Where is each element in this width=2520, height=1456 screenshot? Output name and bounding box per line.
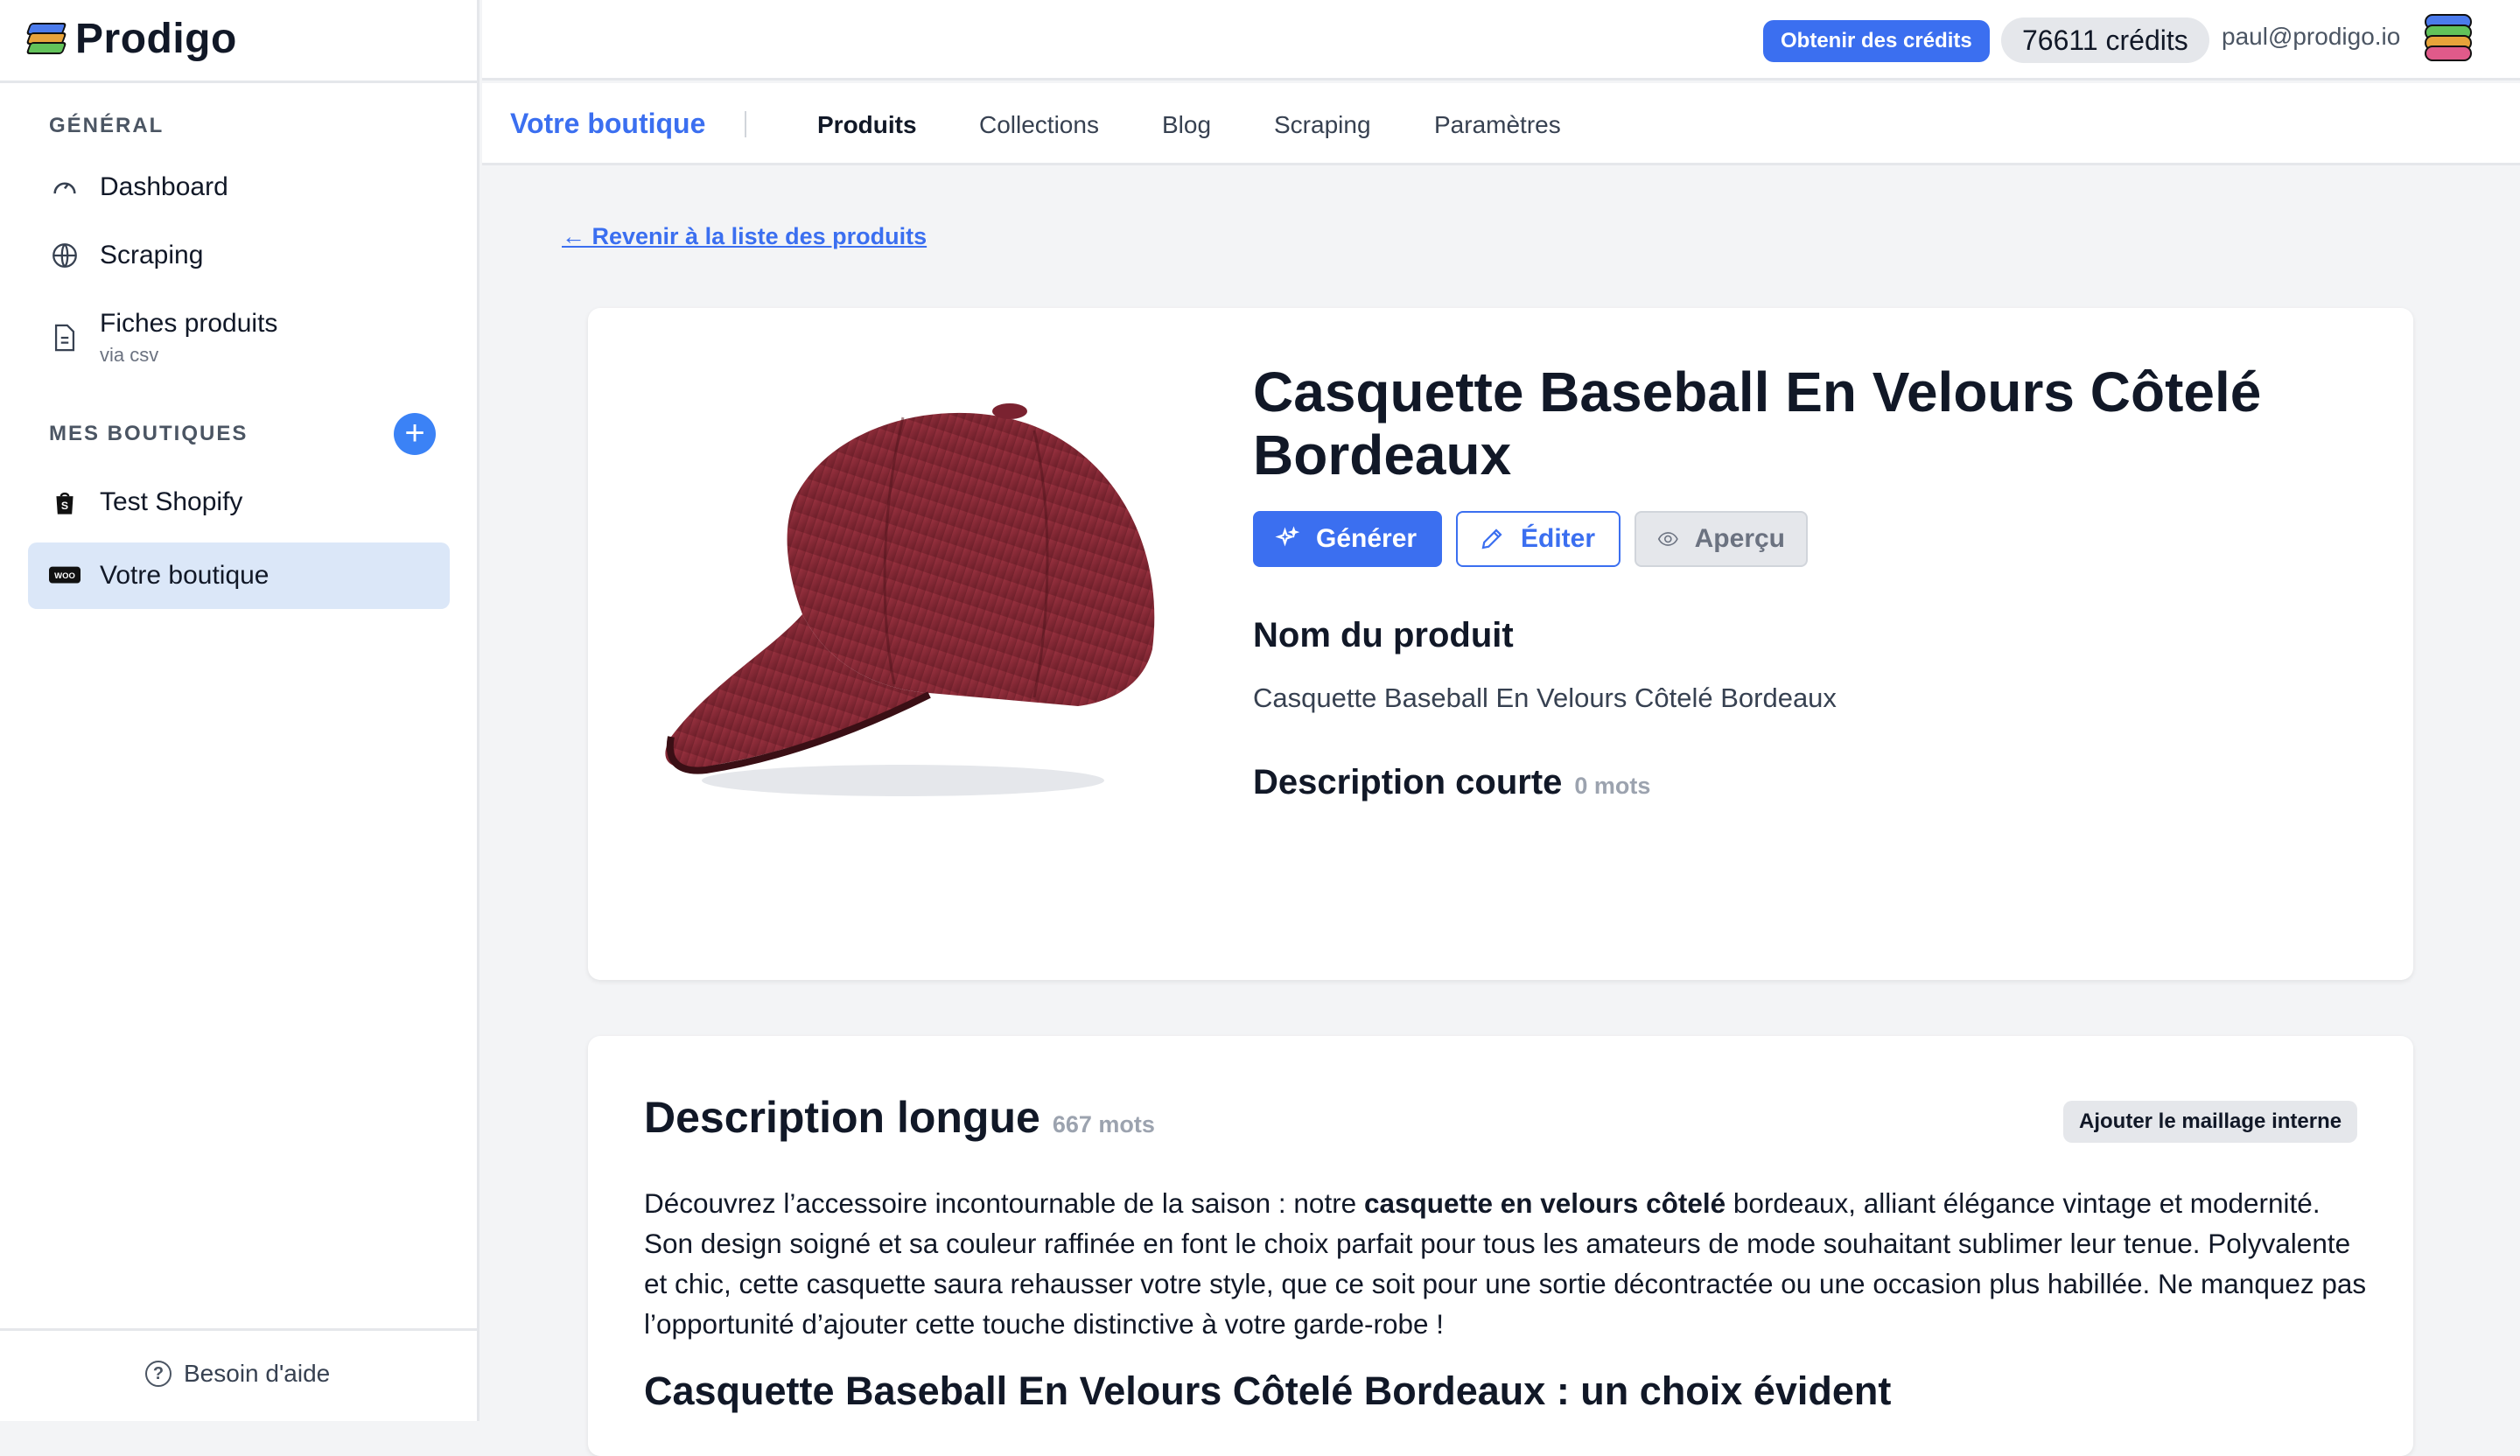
sidebar-item-label: Votre boutique [100,561,270,590]
sidebar-item-label: Dashboard [100,172,228,201]
tab-collections[interactable]: Collections [979,111,1099,139]
sidebar-item-scraping[interactable]: Scraping [28,234,450,276]
shopify-icon: S [49,486,80,518]
get-credits-button[interactable]: Obtenir des crédits [1763,20,1990,62]
prodigo-logo-icon [25,21,67,56]
top-bar: Obtenir des crédits 76611 crédits paul@p… [482,0,2520,80]
sidebar-item-fiches-produits[interactable]: Fiches produits via csv [28,303,450,373]
short-description-heading-row: Description courte 0 mots [1253,763,1650,802]
woo-icon: WOO [49,560,80,592]
tab-scraping[interactable]: Scraping [1274,111,1371,139]
user-avatar[interactable] [2421,12,2475,65]
long-description-word-count: 667 mots [1052,1111,1155,1138]
user-email[interactable]: paul@prodigo.io [2222,23,2400,51]
file-icon [49,322,80,354]
store-name[interactable]: Votre boutique [510,108,705,140]
long-description-heading-row: Description longue 667 mots [644,1092,1155,1143]
edit-label: Éditer [1521,524,1596,553]
product-image[interactable] [640,369,1183,824]
sidebar-item-label: Fiches produits [100,309,278,338]
gauge-icon [49,172,80,203]
short-description-heading: Description courte [1253,763,1563,802]
paragraph-text: Découvrez l’accessoire incontournable de… [644,1187,1364,1219]
credits-badge: 76611 crédits [2001,18,2209,63]
help-label: Besoin d'aide [184,1360,331,1387]
app-name: Prodigo [75,15,237,62]
section-shops-title: MES BOUTIQUES [49,422,248,445]
long-description-subheading: Casquette Baseball En Velours Côtelé Bor… [644,1368,1892,1413]
svg-text:S: S [61,500,68,512]
help-icon: ? [145,1361,172,1387]
store-subnav: Votre boutique Produits Collections Blog… [482,83,2520,165]
product-card: Casquette Baseball En Velours Côtelé Bor… [588,308,2413,980]
product-name-heading: Nom du produit [1253,616,1514,654]
generate-label: Générer [1316,524,1418,553]
preview-button[interactable]: Aperçu [1634,511,1808,567]
tab-produits[interactable]: Produits [817,111,917,139]
paragraph-bold-text: casquette en velours côtelé [1363,1187,1726,1219]
subnav-separator [745,111,746,137]
product-title: Casquette Baseball En Velours Côtelé Bor… [1253,360,2262,486]
tab-parametres[interactable]: Paramètres [1434,111,1561,139]
sidebar-item-label: Scraping [100,241,204,270]
product-actions: Générer Éditer Aperçu [1253,511,1808,567]
section-general-title: GÉNÉRAL [49,114,164,137]
sparkles-icon [1275,526,1300,547]
preview-label: Aperçu [1694,524,1785,553]
back-to-products-link[interactable]: ← Revenir à la liste des produits [562,223,927,250]
edit-button[interactable]: Éditer [1456,511,1620,567]
long-description-heading: Description longue [644,1093,1040,1142]
sidebar-item-votre-boutique[interactable]: WOO Votre boutique [28,542,450,609]
generate-button[interactable]: Générer [1253,511,1442,567]
sidebar-bottom-divider [0,1328,480,1331]
svg-text:WOO: WOO [54,571,75,581]
tab-blog[interactable]: Blog [1162,111,1211,139]
sidebar-item-sublabel: via csv [100,344,159,366]
sidebar-item-test-shopify[interactable]: S Test Shopify [28,481,450,523]
globe-icon [49,240,80,271]
add-internal-linking-button[interactable]: Ajouter le maillage interne [2063,1101,2358,1143]
sidebar-divider [0,80,480,83]
product-name-value: Casquette Baseball En Velours Côtelé Bor… [1253,682,1837,713]
long-description-paragraph[interactable]: Découvrez l’accessoire incontournable de… [644,1183,2376,1344]
short-description-word-count: 0 mots [1574,773,1651,799]
sidebar: Prodigo GÉNÉRAL Dashboard Scraping Fiche… [0,0,480,1421]
eye-icon [1657,532,1678,546]
app-logo[interactable]: Prodigo [25,12,237,65]
sidebar-item-dashboard[interactable]: Dashboard [28,166,450,208]
pencil-icon [1481,528,1502,550]
add-shop-button[interactable]: + [394,413,436,455]
sidebar-item-label: Test Shopify [100,487,243,516]
help-link[interactable]: ? Besoin d'aide [145,1360,330,1388]
long-description-card: Description longue 667 mots Ajouter le m… [588,1036,2413,1456]
